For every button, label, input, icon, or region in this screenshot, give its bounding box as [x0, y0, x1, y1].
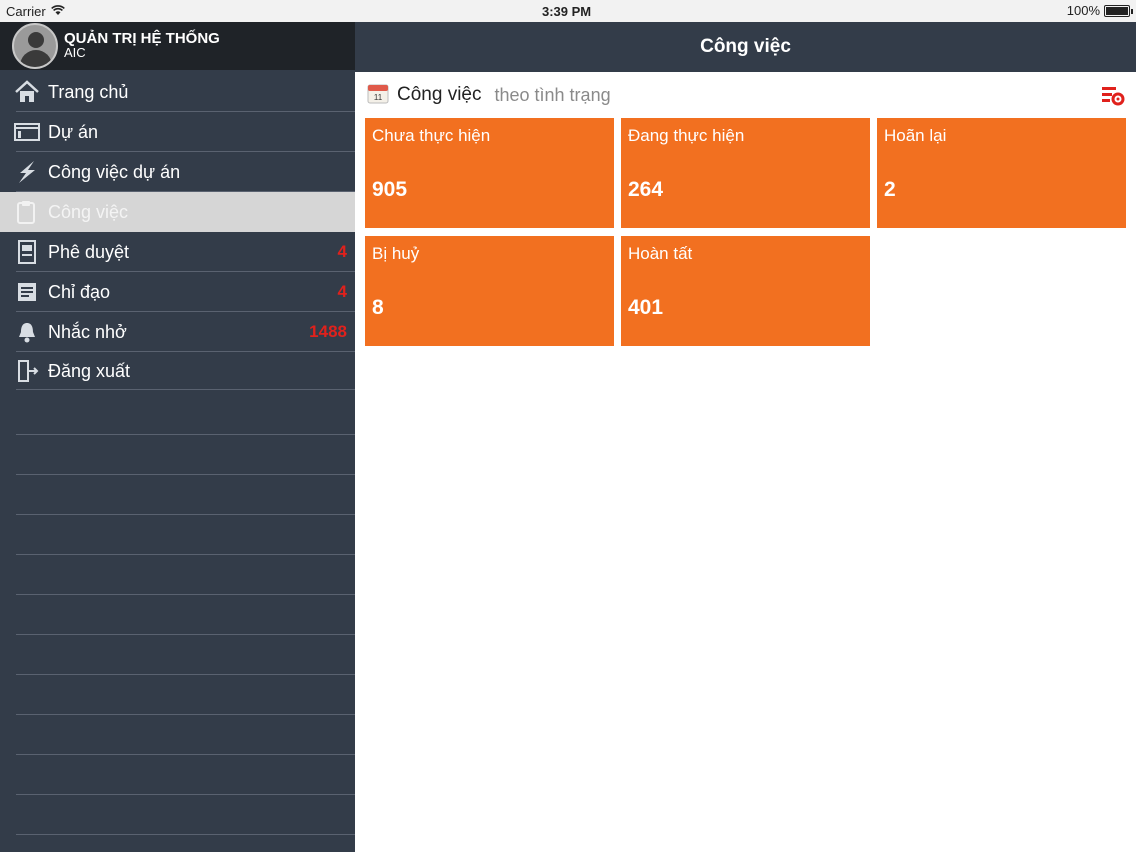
settings-icon[interactable] — [1100, 84, 1126, 108]
tile-chua-thuc-hien[interactable]: Chưa thực hiện 905 — [365, 118, 614, 228]
sidebar-item-du-an[interactable]: Dự án — [0, 112, 355, 152]
sidebar-item-label: Dự án — [48, 121, 99, 142]
profile-name: QUẢN TRỊ HỆ THỐNG — [64, 30, 220, 47]
sidebar-menu: Trang chủ Dự án Công việc dự án Công việ… — [0, 72, 355, 390]
direction-count-badge: 4 — [337, 282, 347, 301]
tile-label: Đang thực hiện — [628, 126, 745, 145]
section-header: 11 Công việc theo tình trạng — [355, 72, 1136, 118]
sidebar-item-cong-viec-du-an[interactable]: Công việc dự án — [0, 152, 355, 192]
tile-bi-huy[interactable]: Bị huỷ 8 — [365, 236, 614, 346]
tile-value: 8 — [372, 296, 384, 319]
sidebar-item-phe-duyet[interactable]: Phê duyệt 4 — [0, 232, 355, 272]
sidebar-item-label: Nhắc nhở — [48, 321, 127, 342]
user-profile[interactable]: QUẢN TRỊ HỆ THỐNG AIC — [0, 22, 355, 70]
document-icon — [14, 239, 40, 265]
navigation-bar: Công việc — [355, 22, 1136, 72]
status-bar-left: Carrier — [0, 0, 355, 22]
sidebar: Carrier QUẢN TRỊ HỆ THỐNG AIC Trang chủ … — [0, 0, 355, 852]
tile-hoan-lai[interactable]: Hoãn lại 2 — [877, 118, 1126, 228]
wifi-icon — [50, 4, 65, 19]
sidebar-item-label: Trang chủ — [48, 81, 129, 102]
sidebar-item-label: Đăng xuất — [48, 360, 131, 381]
section-title: Công việc — [397, 84, 482, 105]
sidebar-item-label: Công việc dự án — [48, 161, 181, 182]
tile-label: Hoãn lại — [884, 126, 947, 145]
sidebar-item-label: Chỉ đạo — [48, 281, 111, 302]
page-title: Công việc — [700, 36, 791, 57]
tile-value: 264 — [628, 178, 664, 201]
avatar — [12, 23, 58, 69]
window-icon — [14, 119, 40, 145]
status-time: 3:39 PM — [542, 4, 592, 19]
sidebar-item-cong-viec[interactable]: Công việc — [0, 192, 355, 232]
main-content: 3:39 PM 100% Công việc 11 Công việc theo… — [355, 0, 1136, 852]
section-subtitle: theo tình trạng — [494, 84, 611, 105]
tile-dang-thuc-hien[interactable]: Đang thực hiện 264 — [621, 118, 870, 228]
bell-icon — [14, 319, 40, 345]
sidebar-item-nhac-nho[interactable]: Nhắc nhở 1488 — [0, 312, 355, 352]
tile-value: 905 — [372, 178, 408, 201]
clipboard-icon — [14, 199, 40, 225]
carrier-label: Carrier — [6, 3, 46, 19]
approval-count-badge: 4 — [337, 242, 347, 261]
tile-label: Bị huỷ — [372, 244, 420, 263]
logout-icon — [14, 358, 40, 384]
battery-percent: 100% — [1066, 3, 1100, 18]
sidebar-item-chi-dao[interactable]: Chỉ đạo 4 — [0, 272, 355, 312]
list-icon — [14, 279, 40, 305]
sidebar-item-dang-xuat[interactable]: Đăng xuất — [0, 352, 355, 390]
status-bar: 3:39 PM 100% — [355, 0, 1136, 22]
svg-text:11: 11 — [374, 93, 383, 102]
tile-value: 401 — [628, 296, 664, 319]
tile-label: Chưa thực hiện — [372, 126, 491, 145]
home-icon — [14, 79, 40, 105]
empty-menu-area — [0, 395, 355, 835]
tile-value: 2 — [884, 178, 896, 201]
calendar-icon: 11 — [367, 82, 389, 109]
tile-label: Hoàn tất — [628, 244, 693, 263]
lightning-icon — [14, 159, 40, 185]
sidebar-item-trang-chu[interactable]: Trang chủ — [0, 72, 355, 112]
reminder-count-badge: 1488 — [309, 322, 347, 341]
tile-hoan-tat[interactable]: Hoàn tất 401 — [621, 236, 870, 346]
battery-icon — [1104, 4, 1133, 17]
sidebar-item-label: Phê duyệt — [48, 241, 130, 262]
sidebar-item-label: Công việc — [48, 201, 129, 222]
profile-organization: AIC — [64, 45, 86, 60]
